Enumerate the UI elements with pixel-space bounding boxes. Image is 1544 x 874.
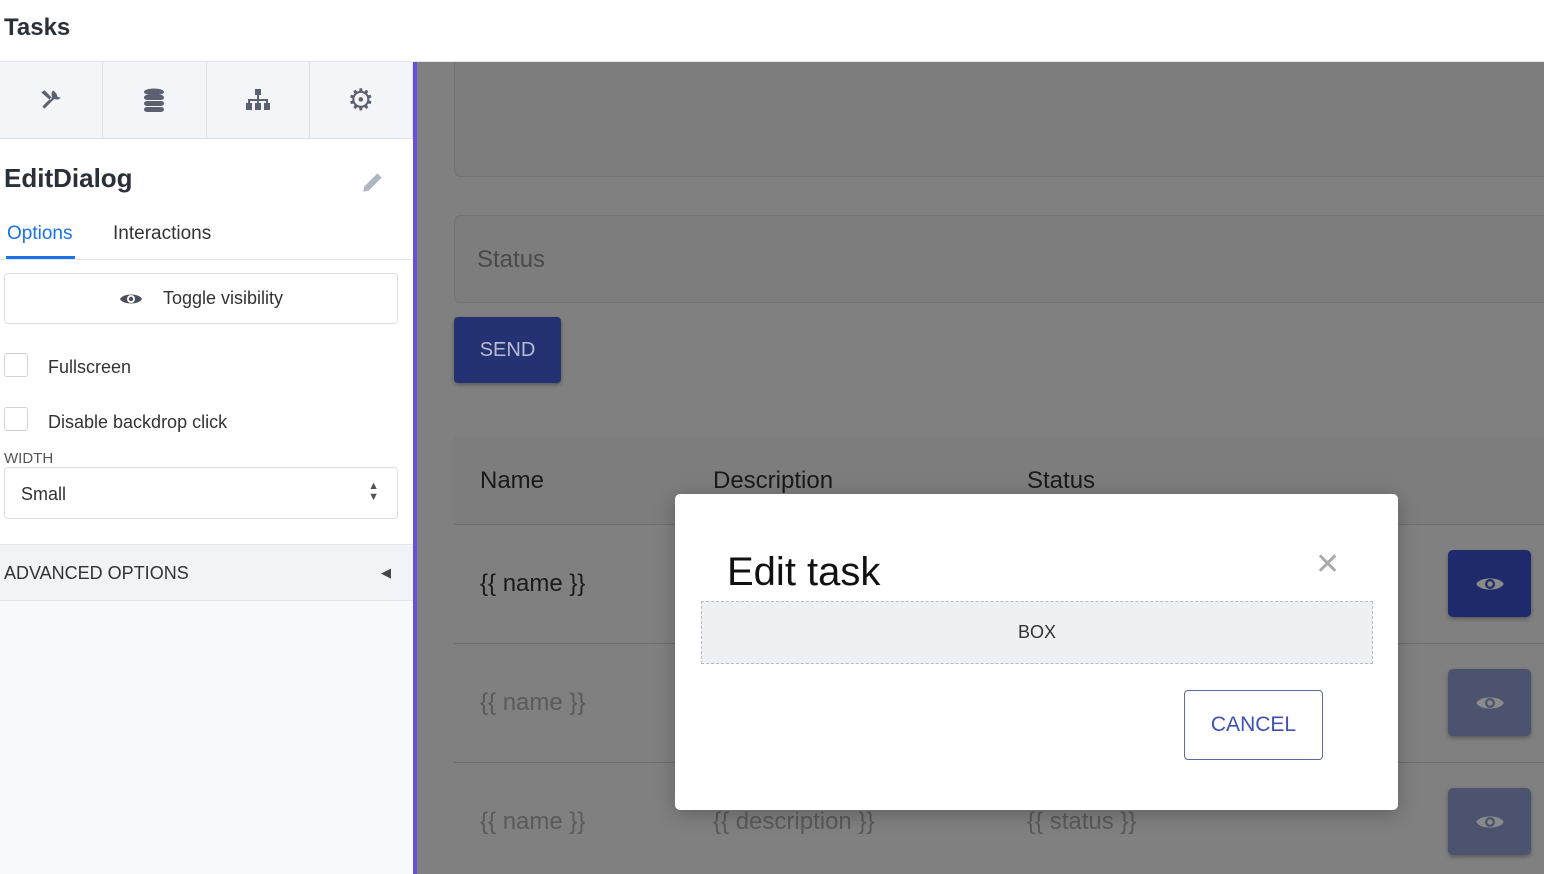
column-header-name: Name: [480, 467, 545, 494]
edit-task-dialog: Edit task ✕ BOX CANCEL: [675, 494, 1398, 810]
gear-icon: ⚙: [347, 83, 375, 117]
advanced-options-label: ADVANCED OPTIONS: [4, 563, 189, 583]
view-button[interactable]: [1448, 669, 1531, 736]
cell-name: {{ name }}: [480, 570, 586, 597]
tab-options[interactable]: Options: [7, 223, 72, 245]
eye-icon: [1475, 696, 1504, 709]
app-title: Tasks: [4, 14, 71, 41]
tools-icon: [41, 90, 61, 109]
structure-tab[interactable]: [207, 62, 310, 138]
cell-description: {{ description }}: [713, 808, 875, 835]
tools-tab[interactable]: [0, 62, 104, 138]
fullscreen-checkbox[interactable]: [4, 353, 28, 377]
cell-status: {{ status }}: [1027, 808, 1137, 835]
width-value: Small: [21, 484, 67, 504]
box-placeholder: BOX: [701, 601, 1373, 664]
tab-interactions[interactable]: Interactions: [113, 223, 211, 245]
description-textarea[interactable]: [454, 62, 1544, 177]
close-icon[interactable]: ✕: [1315, 550, 1340, 580]
pencil-icon[interactable]: [360, 169, 386, 195]
eye-icon: [1475, 815, 1504, 828]
eye-icon: [1475, 577, 1504, 590]
view-button[interactable]: [1448, 550, 1531, 617]
dialog-title: Edit task: [727, 550, 881, 594]
divider: [0, 259, 413, 260]
database-icon: [144, 88, 165, 112]
sitemap-icon: [245, 89, 270, 110]
caret-left-icon: ◀: [381, 565, 391, 580]
app-header: Tasks: [0, 0, 1544, 62]
toggle-visibility-label: Toggle visibility: [162, 288, 284, 308]
column-header-status: Status: [1027, 467, 1096, 494]
fullscreen-label: Fullscreen: [48, 357, 132, 377]
width-select[interactable]: Small ▲ ▼: [4, 467, 398, 519]
disable-backdrop-checkbox[interactable]: [4, 407, 28, 431]
advanced-options-toggle[interactable]: ADVANCED OPTIONS ◀: [0, 544, 413, 601]
view-button[interactable]: [1448, 788, 1531, 855]
send-button[interactable]: SEND: [454, 317, 561, 383]
component-name: EditDialog: [4, 163, 133, 193]
settings-tab[interactable]: ⚙: [310, 62, 413, 138]
column-header-description: Description: [713, 467, 834, 494]
sidebar-toolbar: ⚙: [0, 62, 413, 139]
eye-icon: [119, 294, 142, 303]
sort-arrows-icon: ▲ ▼: [368, 480, 379, 503]
status-input[interactable]: Status: [454, 215, 1544, 303]
status-placeholder: Status: [477, 246, 546, 273]
database-tab[interactable]: [103, 62, 207, 138]
cell-name: {{ name }}: [480, 689, 586, 716]
disable-backdrop-label: Disable backdrop click: [48, 412, 228, 432]
width-label: WIDTH: [4, 450, 54, 467]
cell-name: {{ name }}: [480, 808, 586, 835]
toggle-visibility-button[interactable]: Toggle visibility: [4, 273, 398, 324]
cancel-button[interactable]: CANCEL: [1184, 690, 1323, 760]
sidebar: ⚙ EditDialog Options Interactions Toggle…: [0, 62, 417, 874]
options-panel: EditDialog Options Interactions Toggle v…: [0, 139, 413, 601]
